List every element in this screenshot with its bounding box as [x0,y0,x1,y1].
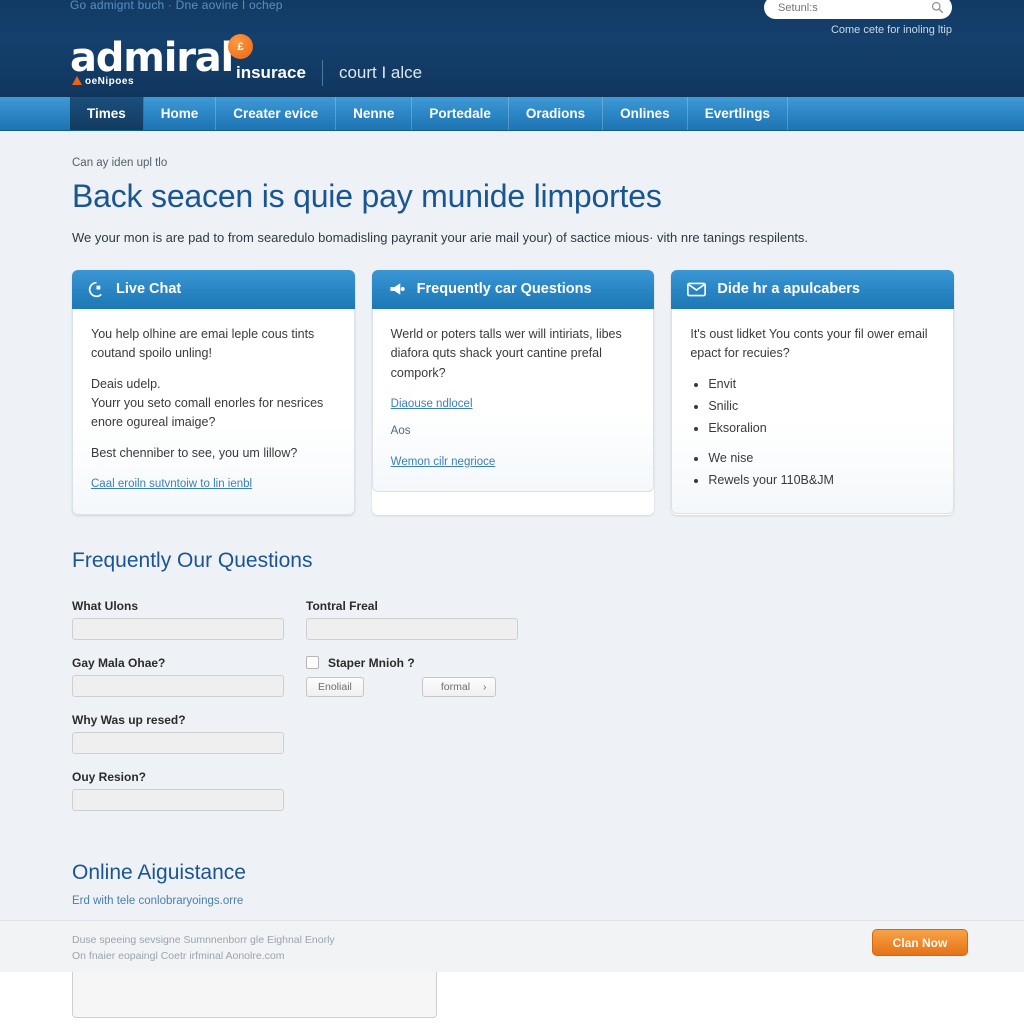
page-title: Back seacen is quie pay munide limportes [72,178,662,214]
tagline-secondary: court I alce [338,63,423,82]
main-navigation: Times Home Creater evice Nenne Portedale… [0,97,1024,131]
search-box[interactable] [764,0,952,19]
search-input[interactable] [776,0,931,15]
megaphone-icon [390,283,405,296]
field-label-gay-mala: Gay Mala Ohae? [72,655,166,670]
logo-wordmark: admiral [70,35,234,81]
header-tagline: insurace court I alce [236,60,422,86]
footer-line-2: On fnaier eopaingl Coetr irfminal Aonolr… [72,950,285,963]
nav-item-creater-evice[interactable]: Creater evice [216,97,337,130]
form-button-row: Enoliail formal › [306,676,518,697]
envelope-icon [687,282,707,297]
card-link-1[interactable]: Diaouse ndlocel [391,396,473,414]
search-icon[interactable] [931,1,944,14]
page-root: Go admignt buch · Dne aovine I ochep adm… [0,0,1024,1024]
form-column-left: What Ulons Gay Mala Ohae? Why Was up res… [72,599,284,827]
clan-now-button[interactable]: Clan Now [872,929,968,956]
card-header: Dide hr a apulcabers [671,269,955,309]
form-column-right: Tontral Freal Staper Mnioh ? Enoliail fo… [306,599,518,827]
nav-item-onlines[interactable]: Onlines [603,97,688,130]
field-ouy-resion[interactable] [72,788,284,811]
staper-checkbox-row[interactable]: Staper Mnioh ? [306,656,518,670]
card-body: You help olhine are emai leple cous tint… [72,308,355,515]
list-item: Snilic [708,397,935,416]
card-email[interactable]: Dide hr a apulcabers It's oust lidket Yo… [671,269,955,515]
card-bullet-list-bottom: We nise Rewels your 110B&JM [690,449,935,491]
site-footer: Duse speeing sevsigne Sumnnenborr gle Ei… [0,920,1024,972]
card-live-chat[interactable]: Live Chat You help olhine are emai leple… [72,269,355,515]
card-body: Werld or poters talls wer will intiriats… [371,308,655,493]
card-link[interactable]: Caal eroiln sutvntoiw to lin ienbl [91,476,252,494]
list-item: Rewels your 110B&JM [708,471,935,490]
card-link-2[interactable]: Wemon cilr negriocе [391,454,496,472]
card-plain-text: Aos [390,424,411,437]
field-label-tontral-freal: Tontral Freal [306,598,378,613]
nav-item-nenne[interactable]: Nenne [336,97,413,130]
support-cards: Live Chat You help olhine are emai leple… [72,269,955,515]
nav-item-oradions[interactable]: Oradions [509,97,604,130]
breadcrumb: Can ay iden upl tlo [72,157,168,169]
staper-checkbox[interactable] [306,656,319,670]
tagline-divider [321,60,323,86]
card-title: Frequently car Questions [416,281,592,298]
nav-item-portedale[interactable]: Portedale [412,97,509,130]
chevron-right-icon: › [483,680,487,693]
card-bullet-list-top: Envit Snilic Eksoralion [690,375,935,439]
card-faq[interactable]: Frequently car Questions Werld or poters… [371,269,655,515]
card-header: Live Chat [72,269,355,309]
card-title: Dide hr a apulcabers [717,281,860,298]
formal-next-button[interactable]: formal › [421,676,496,697]
live-chat-icon [88,281,102,297]
field-tontral-freal[interactable] [306,617,518,640]
field-gay-mala[interactable] [72,674,284,697]
triangle-icon [72,76,82,85]
field-label-why-was-up-resed: Why Was up resed? [72,712,186,727]
search-hint: Come cete for inoling ltip [830,24,952,36]
question-form: What Ulons Gay Mala Ohae? Why Was up res… [72,599,954,827]
tagline-primary: insurace [236,63,306,82]
enoliail-button[interactable]: Enoliail [306,676,364,697]
card-paragraph-1: It's oust lidket You conts your fil ower… [690,326,928,361]
brand-logo[interactable]: admiral £ [70,34,254,81]
field-label-ouy-resion: Ouy Resion? [72,769,147,784]
header-topline: Go admignt buch · Dne aovine I ochep [70,0,283,12]
list-item: We nise [708,449,935,468]
card-header: Frequently car Questions [371,269,655,309]
logo-subtext: oeNipoes [72,76,134,87]
nav-item-evertlings[interactable]: Evertlings [688,97,788,130]
card-paragraph-2: Deais udelp. Yourr you seto comall enorl… [91,376,324,430]
staper-checkbox-label: Staper Mnioh ? [328,655,415,670]
main-content: Can ay iden upl tlo Back seacen is quie … [0,131,1024,1018]
card-paragraph-1: Werld or poters talls wer will intiriats… [390,326,622,380]
list-item: Eksoralion [708,419,935,438]
online-note: Erd with tele conlobraryoings.orre [72,894,244,907]
formal-button-label: formal [440,680,471,693]
online-section-title: Online Aiguistance [72,860,246,884]
card-paragraph-1: You help olhine are emai leple cous tint… [91,326,315,361]
footer-line-1: Duse speeing sevsigne Sumnnenborr gle Ei… [72,934,335,946]
card-title: Live Chat [116,281,182,298]
page-intro: We your mon is are pad to from searedulo… [72,230,809,245]
footer-text: Duse speeing sevsigne Sumnnenborr gle Ei… [72,932,335,965]
card-body: It's oust lidket You conts your fil ower… [671,308,955,515]
field-why-was-up-resed[interactable] [72,731,284,754]
nav-item-home[interactable]: Home [144,97,217,130]
logo-badge-icon: £ [228,34,254,59]
field-what-ulons[interactable] [72,617,284,640]
card-paragraph-3: Best chenniber to see, you um lillow? [91,445,298,460]
site-header: Go admignt buch · Dne aovine I ochep adm… [0,0,1024,97]
list-item: Envit [708,375,935,394]
nav-item-times[interactable]: Times [70,97,144,130]
form-section-title: Frequently Our Questions [72,548,313,572]
field-label-what-ulons: What Ulons [72,598,138,613]
